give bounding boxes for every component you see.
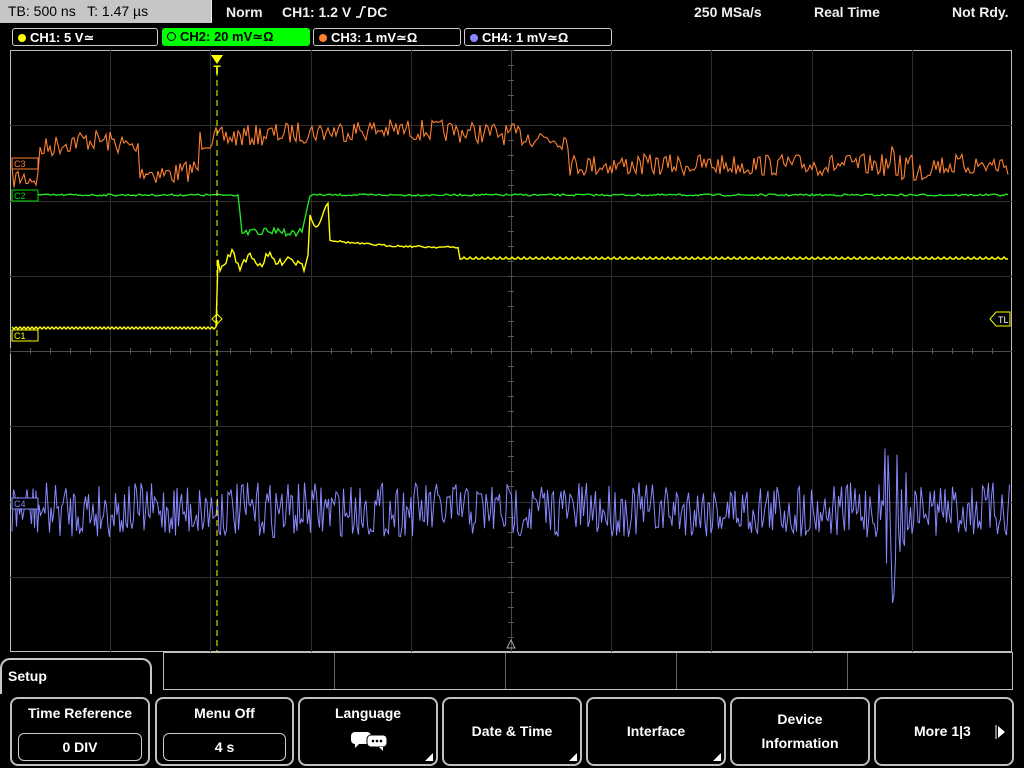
ch2-coupling: ≃Ω [252,29,274,44]
ch4-coupling: ≃Ω [547,30,569,45]
more-label: More 1|3 [914,723,971,739]
device-information-softkey[interactable]: Device Information [730,697,870,766]
meas-cell [677,653,848,689]
ch4-label: CH4: 1 mV [482,30,548,45]
date-time-label: Date & Time [471,723,553,739]
arrow-right-icon [995,725,1005,739]
language-softkey[interactable]: Language [298,697,438,766]
timebase-box[interactable]: TB: 500 ns T: 1.47 µs [0,0,212,23]
speech-bubbles-icon [351,732,388,751]
ch4-color-dot [470,34,478,42]
c3-marker[interactable]: C3 [11,157,39,170]
channel-tab-ch2[interactable]: CH2: 20 mV≃Ω [162,28,310,46]
trigger-level-marker[interactable]: TL [989,311,1011,327]
ch1-color-dot [18,34,26,42]
trigger-source-value: CH1: 1.2 V [282,4,352,20]
channel-tab-ch1[interactable]: CH1: 5 V≃ [12,28,158,46]
meas-cell [335,653,506,689]
ch3-label: CH3: 1 mV [331,30,397,45]
markers-overlay: T C3 C2 C1 C4 TL [11,55,1011,652]
c2-marker[interactable]: C2 [11,189,39,202]
date-time-softkey[interactable]: Date & Time [442,697,582,766]
c4-marker-label: C4 [14,499,26,509]
run-state: Not Rdy. [952,4,1009,20]
trigger-level-label: TL [998,315,1009,325]
sample-rate: 250 MSa/s [694,4,762,20]
ch2-color-dot [167,32,176,41]
ch3-coupling: ≃Ω [396,30,418,45]
time-reference-softkey[interactable]: Time Reference 0 DIV [10,697,150,766]
meas-cell [506,653,677,689]
language-label: Language [334,705,402,721]
timebase-value: TB: 500 ns [8,3,76,19]
device-information-label-1: Device [777,711,823,727]
ch1-label: CH1: 5 V [30,30,84,45]
trigger-coupling: DC [367,4,388,20]
ch2-label: CH2: 20 mV [180,29,253,44]
trigger-mode[interactable]: Norm [226,0,263,24]
c4-marker[interactable]: C4 [11,497,39,510]
c3-marker-label: C3 [14,159,26,169]
acquisition-mode[interactable]: Real Time [814,0,880,24]
ch1-coupling: ≃ [83,30,95,45]
waveform-display[interactable]: T C3 C2 C1 C4 TL [10,50,1012,652]
meas-cell [164,653,335,689]
menu-title: Setup [8,668,47,684]
measurement-strip [163,652,1013,690]
submenu-indicator-icon [425,753,433,761]
interface-label: Interface [626,723,686,739]
menu-off-value: 4 s [163,733,286,761]
interface-softkey[interactable]: Interface [586,697,726,766]
c1-marker[interactable]: C1 [11,329,39,342]
c1-marker-label: C1 [14,331,26,341]
channel-tab-ch4[interactable]: CH4: 1 mV≃Ω [464,28,612,46]
time-reference-value: 0 DIV [18,733,142,761]
trigger-source[interactable]: CH1: 1.2 V DC [282,0,387,24]
more-softkey[interactable]: More 1|3 [874,697,1014,766]
trigger-time-value: T: 1.47 µs [87,3,149,19]
submenu-indicator-icon [569,753,577,761]
trigger-marker-label: T [213,63,221,77]
channel-tab-ch3[interactable]: CH3: 1 mV≃Ω [313,28,461,46]
ch3-color-dot [319,34,327,42]
menu-off-softkey[interactable]: Menu Off 4 s [155,697,294,766]
trigger-position-marker[interactable]: T [211,55,223,77]
time-reference-label: Time Reference [27,705,132,721]
menu-off-label: Menu Off [194,705,255,721]
submenu-indicator-icon [713,753,721,761]
c2-marker-label: C2 [14,191,26,201]
rising-edge-icon [356,6,367,18]
device-information-label-2: Information [761,735,839,751]
center-marker-icon [506,638,516,649]
status-bar: TB: 500 ns T: 1.47 µs Norm CH1: 1.2 V DC… [0,0,1024,24]
